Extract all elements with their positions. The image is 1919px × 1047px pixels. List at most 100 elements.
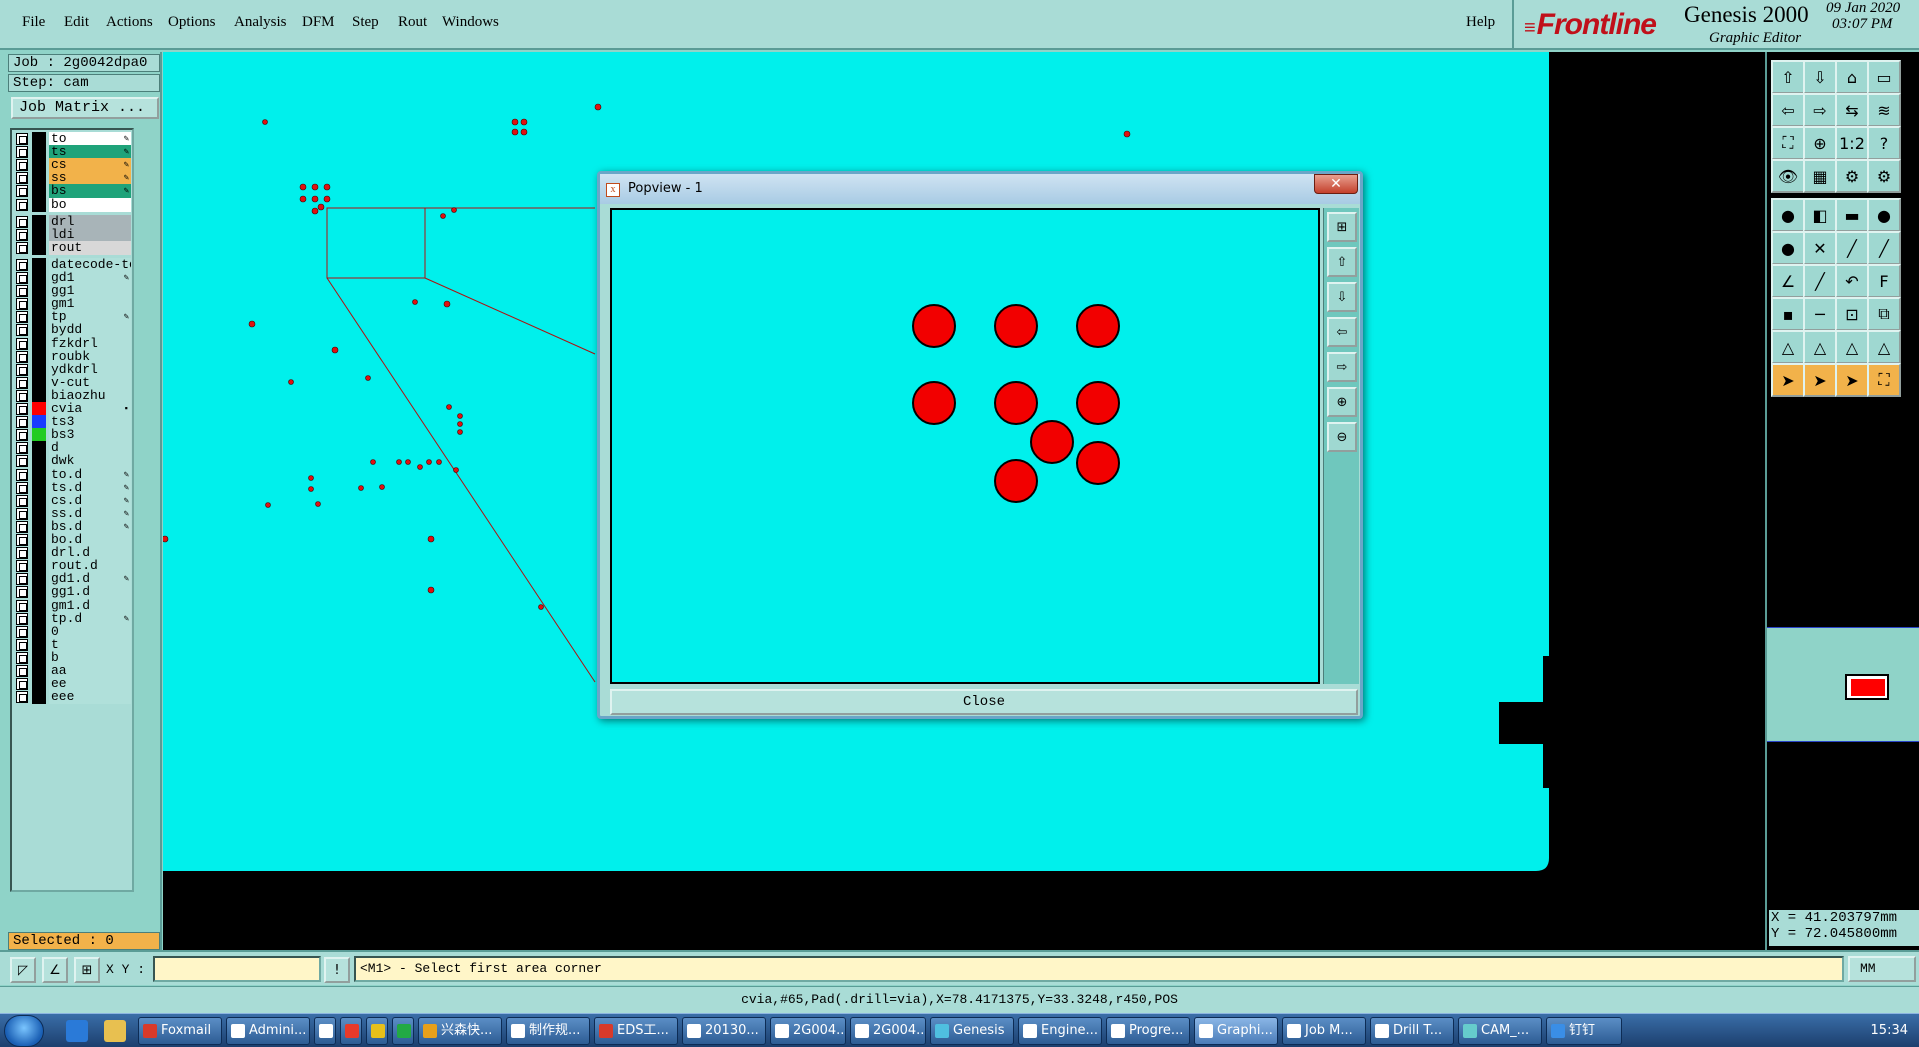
layer-checkbox[interactable] xyxy=(16,547,28,560)
taskbar-button[interactable] xyxy=(392,1017,414,1045)
taskbar-button[interactable]: CAM_... xyxy=(1458,1017,1542,1045)
layer-row[interactable]: gm1.d xyxy=(16,598,131,613)
layer-color-swatch[interactable] xyxy=(32,271,46,285)
move-down-icon[interactable]: ⇩ xyxy=(1803,60,1837,94)
frame-icon[interactable]: ▭ xyxy=(1867,60,1901,94)
taskbar-button[interactable]: 制作规... xyxy=(506,1017,590,1045)
layer-color-swatch[interactable] xyxy=(32,572,46,587)
menu-windows[interactable]: Windows xyxy=(442,14,499,31)
layer-row[interactable]: ldi xyxy=(16,227,131,242)
layer-row[interactable]: to.d ✎ xyxy=(16,467,131,482)
ie-icon[interactable] xyxy=(66,1020,88,1042)
taskbar-button[interactable] xyxy=(314,1017,336,1045)
layer-row[interactable]: gg1 xyxy=(16,284,131,299)
layer-color-swatch[interactable] xyxy=(32,240,46,255)
layer-name[interactable]: biaozhu xyxy=(49,388,131,403)
popview-canvas[interactable] xyxy=(610,208,1320,684)
layer-color-swatch[interactable] xyxy=(32,145,46,160)
start-button[interactable] xyxy=(4,1015,44,1047)
layer-name[interactable]: bs ✎ xyxy=(49,184,131,199)
layer-row[interactable]: ts3 xyxy=(16,415,131,430)
layer-color-swatch[interactable] xyxy=(32,214,46,229)
layer-row[interactable]: cs ✎ xyxy=(16,158,131,173)
feature-icon[interactable]: F xyxy=(1867,264,1901,298)
select2-icon[interactable]: ➤ xyxy=(1803,363,1837,397)
layer-name[interactable]: gm1.d xyxy=(49,598,131,613)
fit-icon[interactable]: ⛶ xyxy=(1771,126,1805,160)
box-icon[interactable]: ⊡ xyxy=(1835,297,1869,331)
layer-color-swatch[interactable] xyxy=(32,690,46,705)
layer-color-swatch[interactable] xyxy=(32,533,46,547)
layer-name[interactable]: fzkdrl xyxy=(49,336,131,351)
layer-name[interactable]: drl xyxy=(49,214,131,229)
layer-name[interactable]: gd1 ✎ xyxy=(49,271,131,285)
layer-color-swatch[interactable] xyxy=(32,362,46,377)
layer-name[interactable]: 0 xyxy=(49,624,131,639)
menu-analysis[interactable]: Analysis xyxy=(234,14,287,31)
folder-icon[interactable] xyxy=(104,1020,126,1042)
layer-name[interactable]: gg1.d xyxy=(49,585,131,600)
layer-checkbox[interactable] xyxy=(16,159,28,172)
layer-color-swatch[interactable] xyxy=(32,375,46,390)
layer-color-swatch[interactable] xyxy=(32,402,46,416)
layer-row[interactable]: cs.d ✎ xyxy=(16,493,131,508)
layer-name[interactable]: tp ✎ xyxy=(49,310,131,325)
tri3-icon[interactable]: △ xyxy=(1835,330,1869,364)
move-up-icon[interactable]: ⇧ xyxy=(1771,60,1805,94)
taskbar-button[interactable]: Engine... xyxy=(1018,1017,1102,1045)
layer-checkbox[interactable] xyxy=(16,586,28,599)
layer-checkbox[interactable] xyxy=(16,258,28,271)
layer-row[interactable]: ts.d ✎ xyxy=(16,480,131,495)
pad-icon[interactable]: ● xyxy=(1771,198,1805,232)
layer-checkbox[interactable] xyxy=(16,651,28,664)
taskbar-button[interactable]: Job M... xyxy=(1282,1017,1366,1045)
layer-checkbox[interactable] xyxy=(16,311,28,324)
layer-list[interactable]: to ✎ ts ✎ cs ✎ ss ✎ bs ✎ bo drl ldi rout datecode-to gd… xyxy=(10,128,134,892)
job-matrix-button[interactable]: Job Matrix ... xyxy=(11,97,159,119)
layer-row[interactable]: fzkdrl xyxy=(16,336,131,351)
taskbar-button[interactable]: 2G004... xyxy=(770,1017,846,1045)
tri1-icon[interactable]: △ xyxy=(1771,330,1805,364)
tri4-icon[interactable]: △ xyxy=(1867,330,1901,364)
taskbar-button[interactable]: 兴森快... xyxy=(418,1017,502,1045)
layer-color-swatch[interactable] xyxy=(32,585,46,600)
layer-name[interactable]: rout xyxy=(49,240,131,255)
layer-row[interactable]: bs ✎ xyxy=(16,184,131,199)
layer-checkbox[interactable] xyxy=(16,625,28,638)
snap2-icon[interactable]: ⚙ xyxy=(1867,159,1901,193)
swap-icon[interactable]: ⇆ xyxy=(1835,93,1869,127)
close-icon[interactable]: ✕ xyxy=(1314,174,1358,194)
layer-checkbox[interactable] xyxy=(16,198,28,211)
layer-color-swatch[interactable] xyxy=(32,559,46,574)
layer-checkbox[interactable] xyxy=(16,350,28,363)
zoom-icon[interactable]: ⊕ xyxy=(1803,126,1837,160)
layer-checkbox[interactable] xyxy=(16,185,28,198)
layer-name[interactable]: bs3 xyxy=(49,428,131,443)
layer-checkbox[interactable] xyxy=(16,573,28,586)
layer-name[interactable]: gd1.d ✎ xyxy=(49,572,131,587)
taskbar-button[interactable]: Graphi... xyxy=(1194,1017,1278,1045)
layer-checkbox[interactable] xyxy=(16,324,28,337)
layer-color-swatch[interactable] xyxy=(32,388,46,403)
pan-up-icon[interactable]: ⇧ xyxy=(1327,247,1357,277)
layer-row[interactable]: drl.d xyxy=(16,546,131,561)
layer-color-swatch[interactable] xyxy=(32,493,46,508)
scale-icon[interactable]: 1:2 xyxy=(1835,126,1869,160)
layer-checkbox[interactable] xyxy=(16,298,28,311)
layer-checkbox[interactable] xyxy=(16,133,28,145)
layer-checkbox[interactable] xyxy=(16,363,28,376)
layer-checkbox[interactable] xyxy=(16,612,28,625)
pan-down-icon[interactable]: ⇩ xyxy=(1327,282,1357,312)
layer-color-swatch[interactable] xyxy=(32,349,46,364)
layer-name[interactable]: ss.d ✎ xyxy=(49,506,131,521)
layer-checkbox[interactable] xyxy=(16,241,28,254)
help-icon[interactable]: ? xyxy=(1867,126,1901,160)
layer-color-swatch[interactable] xyxy=(32,297,46,312)
layer-row[interactable]: rout.d xyxy=(16,559,131,574)
layer-row[interactable]: bs.d ✎ xyxy=(16,519,131,534)
menu-options[interactable]: Options xyxy=(168,14,216,31)
snap-mode-icon[interactable]: ∠ xyxy=(42,957,68,983)
xy-input[interactable] xyxy=(153,956,321,982)
layer-row[interactable]: ydkdrl xyxy=(16,362,131,377)
layer-row[interactable]: dwk xyxy=(16,454,131,469)
